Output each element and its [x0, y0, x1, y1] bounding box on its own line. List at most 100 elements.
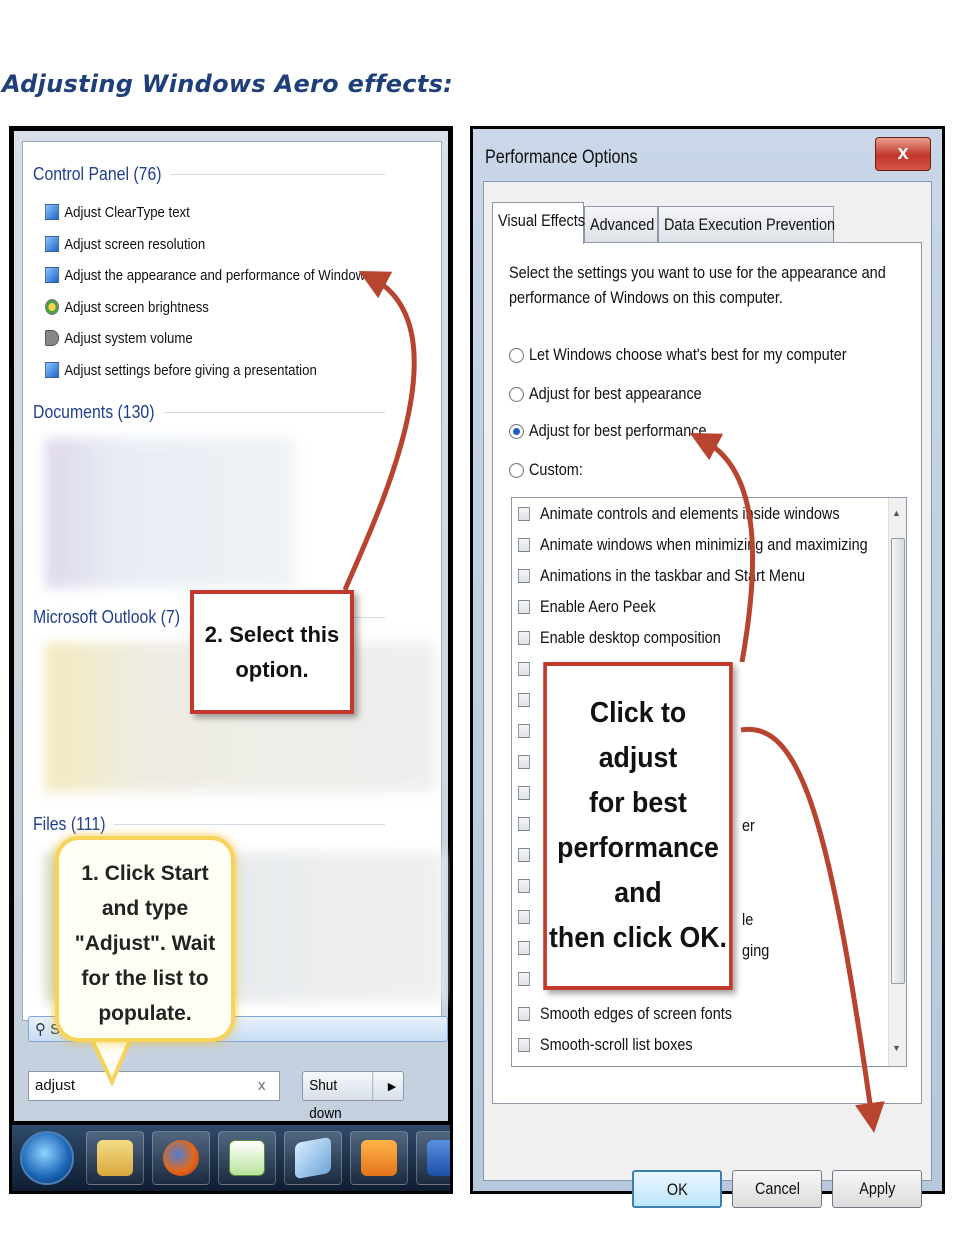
clear-search-icon[interactable]: x [258, 1077, 266, 1094]
effect-checkbox[interactable] [518, 972, 530, 986]
firefox-icon [163, 1140, 199, 1176]
group-files[interactable]: Files (111) [33, 814, 386, 835]
outlook-icon [361, 1140, 397, 1176]
effect-row[interactable] [518, 687, 540, 713]
effect-row[interactable]: Smooth-scroll list boxes [518, 1032, 720, 1058]
radio-best-performance[interactable] [509, 424, 524, 439]
effect-row[interactable] [518, 780, 540, 806]
effect-row[interactable]: Enable Aero Peek [518, 594, 676, 620]
scroll-up-icon[interactable]: ▲ [892, 508, 901, 518]
search-input[interactable]: adjust [28, 1071, 280, 1101]
effect-row[interactable]: Animate windows when minimizing and maxi… [518, 532, 906, 558]
shutdown-button[interactable]: Shut down ▶ [302, 1071, 404, 1122]
tab-label: Advanced [590, 215, 655, 234]
button-label: Apply [858, 1179, 896, 1198]
divider [114, 824, 386, 825]
tab-visual-effects[interactable]: Visual Effects [492, 202, 585, 244]
effect-row[interactable] [518, 718, 540, 744]
result-adjust-brightness[interactable]: Adjust screen brightness [45, 295, 209, 319]
shutdown-options-icon[interactable]: ▶ [381, 1080, 403, 1093]
effect-checkbox[interactable] [518, 910, 530, 924]
effect-row[interactable] [518, 966, 540, 992]
callout-best-performance: Click to adjust for best performance and… [543, 662, 733, 990]
result-presentation-settings[interactable]: Adjust settings before giving a presenta… [45, 358, 317, 382]
word-taskbar-button[interactable] [416, 1131, 450, 1185]
radio-let-windows-choose[interactable] [509, 348, 524, 363]
effect-checkbox[interactable] [518, 600, 530, 614]
callout-line: option. [235, 657, 309, 682]
effect-checkbox[interactable] [518, 693, 530, 707]
effect-row[interactable] [518, 749, 540, 775]
effect-label: Animate controls and elements inside win… [540, 504, 840, 523]
effect-row[interactable]: Animate controls and elements inside win… [518, 501, 892, 527]
effect-checkbox[interactable] [518, 755, 530, 769]
effect-row[interactable] [518, 935, 540, 961]
start-button[interactable] [20, 1131, 74, 1185]
effect-checkbox[interactable] [518, 848, 530, 862]
effect-checkbox[interactable] [518, 786, 530, 800]
result-adjust-appearance-performance[interactable]: Adjust the appearance and performance of… [45, 263, 372, 287]
speaker-icon [45, 330, 60, 346]
divider [170, 174, 385, 175]
effect-checkbox[interactable] [518, 1007, 530, 1021]
result-label: Adjust the appearance and performance of… [64, 266, 372, 284]
group-label: Control Panel (76) [33, 164, 162, 184]
radio-best-appearance[interactable] [509, 387, 524, 402]
callout-select-option: 2. Select this option. [190, 590, 354, 714]
effect-row[interactable] [518, 842, 540, 868]
effect-checkbox[interactable] [518, 538, 530, 552]
effect-checkbox[interactable] [518, 941, 530, 955]
performance-options-window: Performance Options x Visual Effects Adv… [473, 129, 942, 1208]
outlook-taskbar-button[interactable] [350, 1131, 408, 1185]
callout-line: and type [101, 897, 189, 920]
explorer-icon [97, 1140, 133, 1176]
callout-click-start: 1. Click Start and type "Adjust". Wait f… [55, 836, 235, 1042]
effect-checkbox[interactable] [518, 569, 530, 583]
blurred-documents [45, 438, 295, 588]
tab-data-execution-prevention[interactable]: Data Execution Prevention [658, 206, 835, 242]
notepad-taskbar-button[interactable] [218, 1131, 276, 1185]
effect-row[interactable] [518, 656, 540, 682]
effect-label: Smooth edges of screen fonts [540, 1004, 732, 1023]
result-adjust-cleartype[interactable]: Adjust ClearType text [45, 200, 190, 224]
effect-checkbox[interactable] [518, 631, 530, 645]
explorer-taskbar-button[interactable] [86, 1131, 144, 1185]
effect-row[interactable] [518, 873, 540, 899]
result-label: Adjust screen brightness [64, 298, 209, 316]
effect-checkbox[interactable] [518, 507, 530, 521]
notes-taskbar-button[interactable] [284, 1131, 342, 1185]
effect-checkbox[interactable] [518, 662, 530, 676]
callout-line: "Adjust". Wait [74, 932, 216, 955]
tab-advanced[interactable]: Advanced [584, 206, 658, 242]
scroll-down-icon[interactable]: ▼ [892, 1043, 901, 1053]
ok-button[interactable]: OK [632, 1170, 722, 1208]
effect-row[interactable]: Animations in the taskbar and Start Menu [518, 563, 852, 589]
partial-effect-label: er [742, 816, 755, 835]
result-adjust-resolution[interactable]: Adjust screen resolution [45, 232, 205, 256]
radio-custom[interactable] [509, 463, 524, 478]
cancel-button[interactable]: Cancel [732, 1170, 822, 1208]
brightness-icon [45, 299, 60, 315]
partial-effect-label: ging [742, 941, 770, 960]
result-adjust-volume[interactable]: Adjust system volume [45, 326, 193, 350]
effect-label: Animate windows when minimizing and maxi… [540, 535, 868, 554]
effect-checkbox[interactable] [518, 817, 530, 831]
list-scrollbar[interactable]: ▲ ▼ [888, 498, 906, 1066]
button-label: OK [666, 1180, 688, 1199]
search-icon: ⚲ [35, 1021, 46, 1038]
option-label: Adjust for best performance [529, 421, 707, 440]
effect-checkbox[interactable] [518, 724, 530, 738]
group-control-panel[interactable]: Control Panel (76) [33, 164, 385, 185]
apply-button[interactable]: Apply [832, 1170, 922, 1208]
effect-row[interactable] [518, 904, 540, 930]
group-documents[interactable]: Documents (130) [33, 402, 385, 423]
firefox-taskbar-button[interactable] [152, 1131, 210, 1185]
effect-row[interactable]: Smooth edges of screen fonts [518, 1001, 766, 1027]
close-button[interactable]: x [875, 137, 931, 171]
effect-row[interactable] [518, 811, 540, 837]
effect-checkbox[interactable] [518, 879, 530, 893]
effect-row[interactable]: Enable desktop composition [518, 625, 753, 651]
button-label: Cancel [754, 1179, 800, 1198]
scroll-thumb[interactable] [891, 538, 905, 984]
effect-checkbox[interactable] [518, 1038, 530, 1052]
